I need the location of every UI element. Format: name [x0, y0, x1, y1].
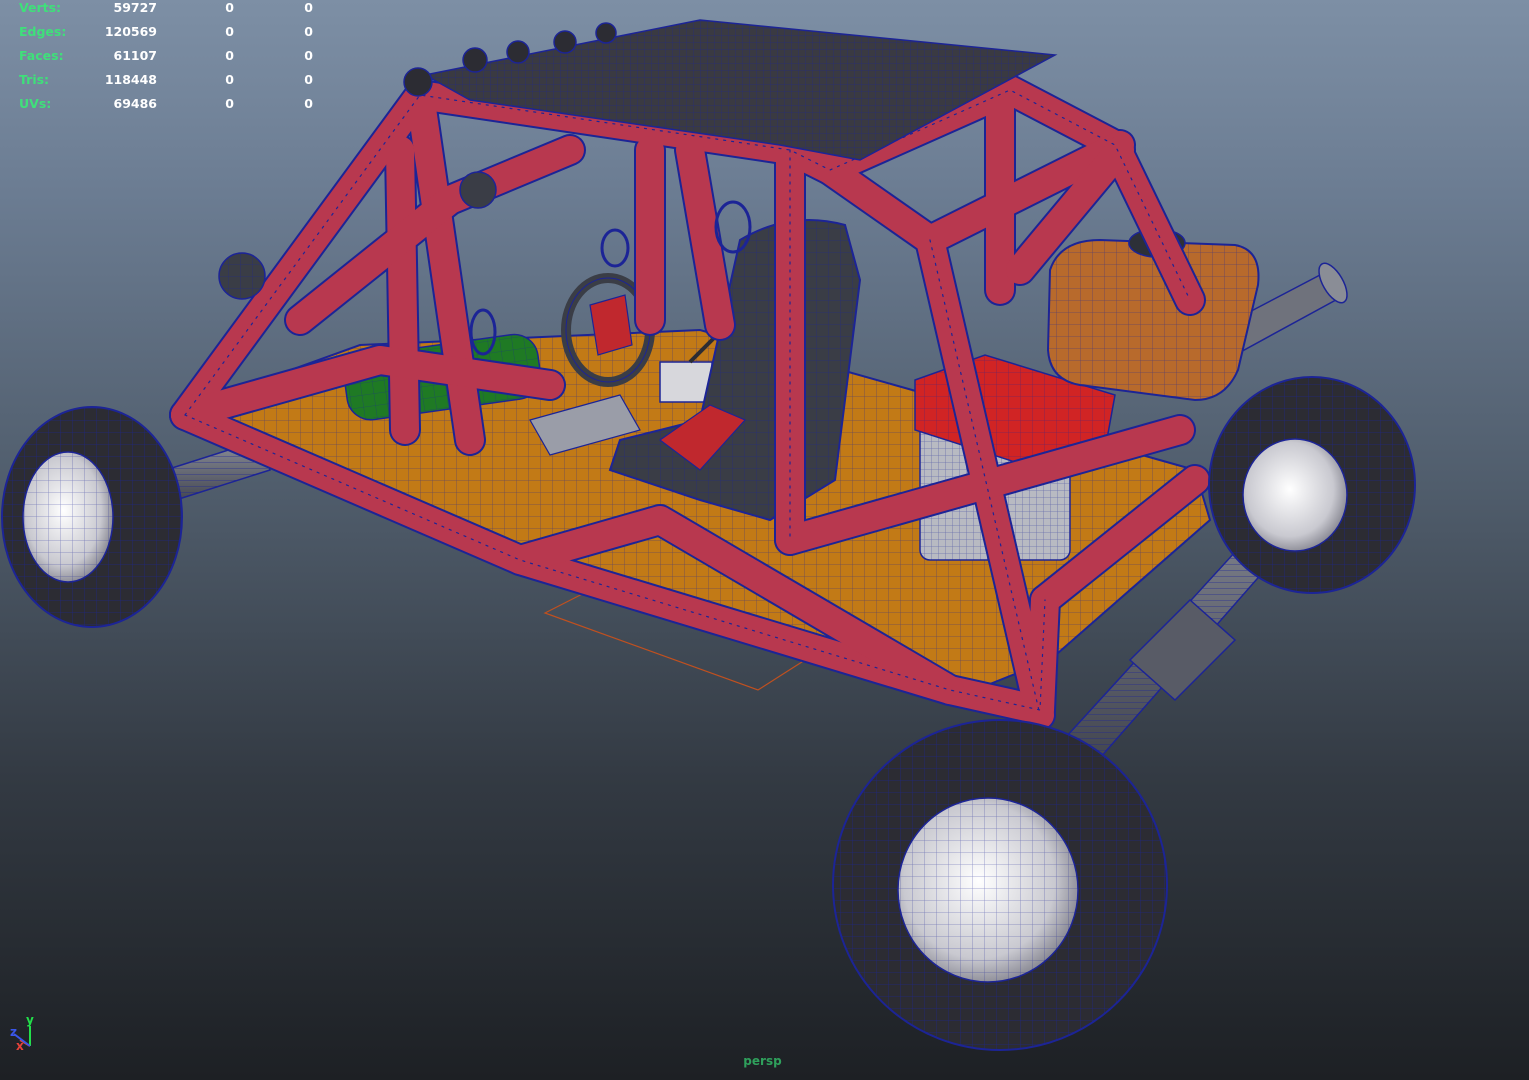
hud-row-edges: Edges: 120569 0 0 — [0, 24, 330, 44]
hud-row-faces: Faces: 61107 0 0 — [0, 48, 330, 68]
poly-count-hud: Verts: 59727 0 0 Edges: 120569 0 0 Faces… — [0, 0, 330, 118]
hud-value: 0 — [304, 24, 313, 39]
hud-value: 120569 — [104, 24, 157, 39]
hud-value: 0 — [225, 48, 234, 63]
hud-value: 0 — [225, 96, 234, 111]
hud-label: Faces: — [19, 48, 64, 63]
hud-value: 0 — [225, 0, 234, 15]
wheel-rear-left — [832, 719, 1168, 1051]
hud-value: 118448 — [104, 72, 157, 87]
hud-value: 0 — [225, 24, 234, 39]
hud-value: 0 — [304, 0, 313, 15]
hud-value: 61107 — [113, 48, 158, 63]
hud-label: UVs: — [19, 96, 52, 111]
hud-label: Tris: — [19, 72, 50, 87]
hud-value: 0 — [304, 48, 313, 63]
axis-gizmo: y x z — [8, 1012, 48, 1056]
camera-label: persp — [743, 1054, 782, 1068]
wheel-rear-right — [1208, 376, 1416, 594]
axis-x-label: x — [16, 1039, 24, 1053]
hud-value: 69486 — [113, 96, 158, 111]
hud-label: Verts: — [19, 0, 62, 15]
hud-value: 0 — [304, 96, 313, 111]
hud-row-tris: Tris: 118448 0 0 — [0, 72, 330, 92]
wheel-front-left — [1, 406, 183, 628]
hud-value: 0 — [225, 72, 234, 87]
hud-row-verts: Verts: 59727 0 0 — [0, 0, 330, 20]
hud-value: 59727 — [113, 0, 158, 15]
hud-label: Edges: — [19, 24, 67, 39]
hud-row-uvs: UVs: 69486 0 0 — [0, 96, 330, 116]
perspective-viewport[interactable]: Verts: 59727 0 0 Edges: 120569 0 0 Faces… — [0, 0, 1529, 1080]
hud-value: 0 — [304, 72, 313, 87]
axis-z-label: z — [10, 1025, 17, 1039]
buggy-wireframe-model[interactable] — [0, 0, 1529, 1080]
axis-y-label: y — [26, 1013, 34, 1027]
